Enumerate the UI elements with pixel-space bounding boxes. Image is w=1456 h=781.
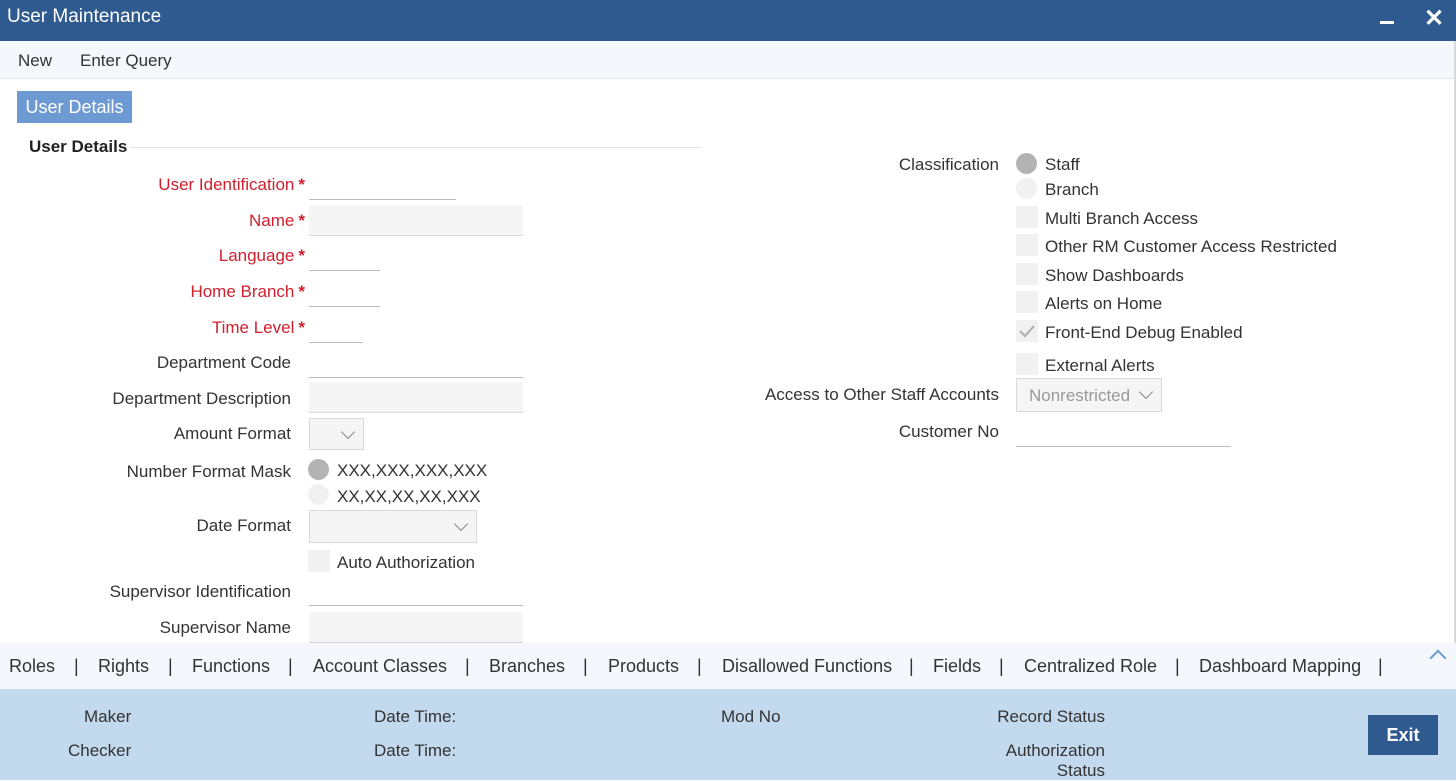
alerts-on-home-checkbox[interactable] [1016,291,1038,313]
window-title: User Maintenance [7,6,162,27]
supervisor-name-input[interactable] [309,612,523,643]
name-input[interactable] [309,205,523,236]
chevron-down-icon [453,516,469,532]
maker-label: Maker [84,707,132,726]
number-mask-radio-1[interactable] [308,459,329,480]
mod-no-label: Mod No [721,707,781,726]
access-other-staff-label: Access to Other Staff Accounts [764,385,999,404]
link-dashboard-mapping[interactable]: Dashboard Mapping [1199,656,1361,677]
exit-button[interactable]: Exit [1368,715,1438,755]
checker-date-time-label: Date Time: [374,741,457,760]
record-status-label: Record Status [997,707,1105,726]
toolbar [0,41,1454,79]
access-other-staff-value: Nonrestricted [1029,386,1131,405]
authorization-status-label: Authorization [1005,741,1105,760]
link-separator: | [1378,656,1383,676]
external-alerts-checkbox[interactable] [1016,353,1038,375]
link-account-classes[interactable]: Account Classes [313,656,447,677]
other-rm-restricted-checkbox[interactable] [1016,234,1038,256]
chevron-down-icon [1138,384,1154,400]
date-format-label: Date Format [196,516,291,535]
link-products[interactable]: Products [608,656,679,677]
amount-format-select[interactable] [309,418,364,450]
link-separator: | [168,656,173,676]
other-rm-restricted-label: Other RM Customer Access Restricted [1045,237,1337,256]
tab-user-details[interactable]: User Details [17,91,132,123]
front-end-debug-checkbox[interactable] [1016,320,1038,342]
title-bar [0,0,1456,41]
link-disallowed-functions[interactable]: Disallowed Functions [722,656,892,677]
user-identification-label: User Identification * [158,175,305,194]
link-separator: | [288,656,293,676]
time-level-input[interactable] [309,318,363,343]
link-centralized-role[interactable]: Centralized Role [1024,656,1157,677]
time-level-label: Time Level * [211,318,305,337]
link-rights[interactable]: Rights [98,656,149,677]
number-mask-radio-2[interactable] [308,484,329,505]
customer-no-input[interactable] [1016,422,1231,447]
number-mask-option-1: XXX,XXX,XXX,XXX [337,461,488,480]
branch-label: Branch [1045,180,1099,199]
authorization-status-label-2: Status [1056,761,1105,780]
customer-no-label: Customer No [898,422,999,441]
new-button[interactable]: New [18,51,52,71]
show-dashboards-checkbox[interactable] [1016,263,1038,285]
link-separator: | [1175,656,1180,676]
link-separator: | [909,656,914,676]
supervisor-name-label: Supervisor Name [159,618,291,637]
front-end-debug-label: Front-End Debug Enabled [1045,323,1243,342]
close-icon[interactable]: ✕ [1422,6,1446,32]
chevron-down-icon [340,424,356,440]
staff-label: Staff [1045,155,1080,174]
language-input[interactable] [309,246,380,271]
home-branch-input[interactable] [309,282,380,307]
home-branch-label: Home Branch * [190,282,305,301]
link-branches[interactable]: Branches [489,656,565,677]
external-alerts-label: External Alerts [1045,356,1155,375]
amount-format-label: Amount Format [173,424,291,443]
link-separator: | [999,656,1004,676]
supervisor-identification-label: Supervisor Identification [109,582,291,601]
alerts-on-home-label: Alerts on Home [1045,294,1163,313]
staff-radio[interactable] [1016,153,1037,174]
auto-authorization-checkbox[interactable] [308,550,330,572]
link-separator: | [465,656,470,676]
checker-label: Checker [68,741,132,760]
multi-branch-access-label: Multi Branch Access [1045,209,1199,228]
department-code-label: Department Code [156,353,291,372]
name-label: Name * [249,211,305,230]
department-description-input[interactable] [309,382,523,413]
link-functions[interactable]: Functions [192,656,270,677]
audit-footer [0,689,1456,780]
multi-branch-access-checkbox[interactable] [1016,206,1038,228]
supervisor-identification-input[interactable] [309,581,523,606]
link-roles[interactable]: Roles [9,656,55,677]
classification-label: Classification [898,155,999,174]
number-format-mask-label: Number Format Mask [126,462,291,481]
department-description-label: Department Description [112,389,291,408]
checkmark-icon [1019,325,1035,338]
minimize-icon[interactable] [1378,8,1398,32]
maker-date-time-label: Date Time: [374,707,457,726]
branch-radio[interactable] [1016,178,1037,199]
date-format-select[interactable] [309,510,477,543]
link-separator: | [74,656,79,676]
show-dashboards-label: Show Dashboards [1045,266,1184,285]
section-title: User Details [29,137,128,156]
link-separator: | [583,656,588,676]
section-divider [130,147,700,148]
link-separator: | [697,656,702,676]
user-identification-input[interactable] [309,175,456,200]
number-mask-option-2: XX,XX,XX,XX,XXX [337,487,481,506]
link-fields[interactable]: Fields [933,656,981,677]
access-other-staff-select[interactable]: Nonrestricted [1016,378,1162,412]
language-label: Language * [218,246,305,265]
auto-authorization-label: Auto Authorization [337,553,475,572]
department-code-input[interactable] [309,353,523,378]
enter-query-button[interactable]: Enter Query [80,51,172,71]
